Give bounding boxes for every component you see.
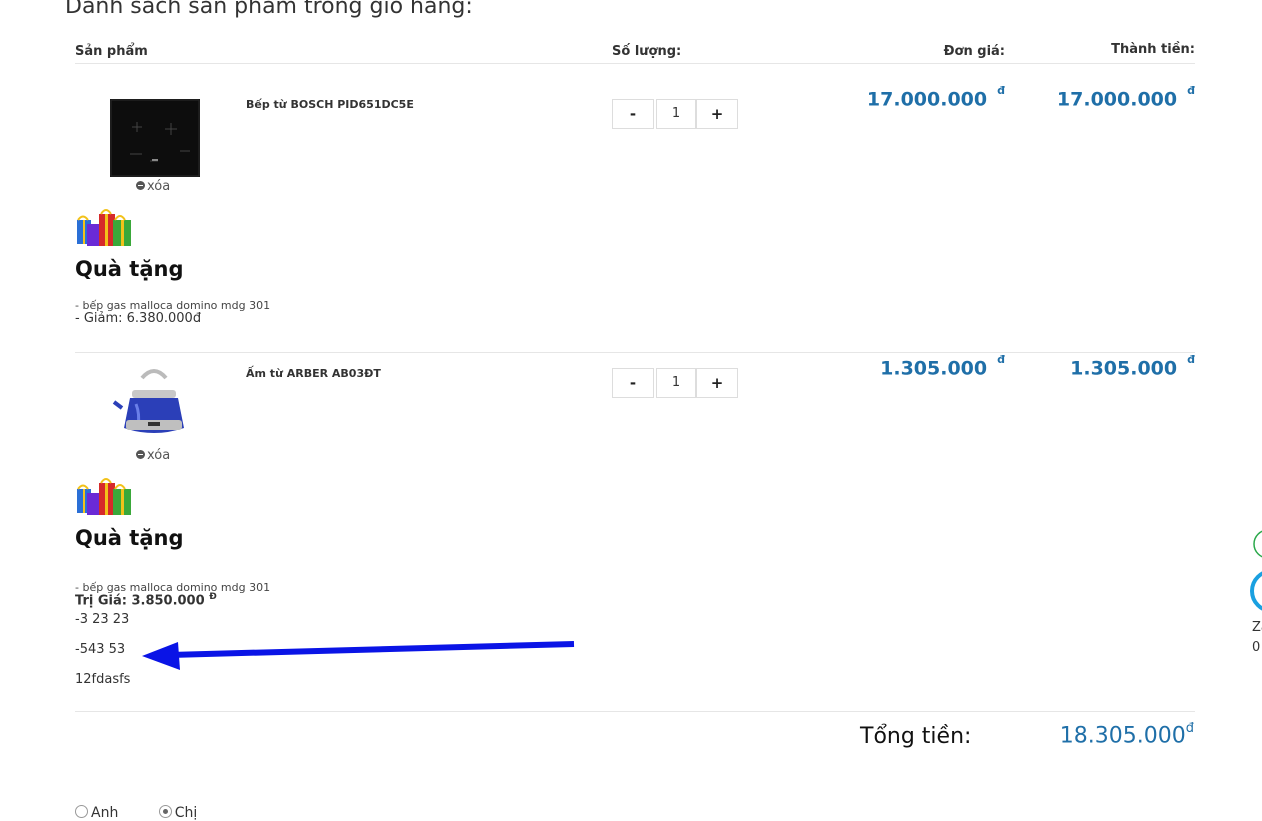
note-line: -3 23 23 (75, 612, 130, 627)
zalo-label: Za (1252, 620, 1262, 635)
gender-radio-group: Anh Chị (75, 804, 197, 821)
decrease-quantity-button[interactable]: - (612, 368, 654, 398)
column-header-product: Sản phẩm (75, 44, 148, 59)
minus-circle-icon (136, 181, 145, 190)
decrease-quantity-button[interactable]: - (612, 99, 654, 129)
unit-price: 17.000.000 đ (866, 84, 1005, 111)
increase-quantity-button[interactable]: + (696, 99, 738, 129)
note-line: 12fdasfs (75, 672, 131, 687)
product-image-kettle[interactable] (112, 364, 212, 444)
radio-circle-icon (75, 805, 88, 818)
item-divider (75, 352, 1195, 353)
minus-circle-icon (136, 450, 145, 459)
product-image-induction-cooktop[interactable] (110, 99, 210, 179)
radio-option-anh[interactable]: Anh (75, 805, 118, 821)
gift-title: Quà tặng (75, 257, 184, 281)
gift-title: Quà tặng (75, 526, 184, 550)
increase-quantity-button[interactable]: + (696, 368, 738, 398)
total-value: 18.305.000đ (1059, 721, 1194, 749)
total-label: Tổng tiền: (860, 724, 972, 749)
product-name[interactable]: Ấm từ ARBER AB03ĐT (246, 367, 381, 380)
column-header-unit-price: Đơn giá: (943, 44, 1005, 59)
radio-circle-icon (158, 805, 172, 818)
zalo-widget[interactable] (1250, 568, 1262, 618)
remove-item-button[interactable]: xóa (136, 448, 170, 463)
product-name[interactable]: Bếp từ BOSCH PID651DC5E (246, 98, 414, 111)
annotation-arrow (142, 641, 575, 670)
gift-boxes-icon (75, 206, 135, 246)
remove-item-button[interactable]: xóa (136, 179, 170, 194)
radio-option-chi[interactable]: Chị (158, 805, 197, 821)
zalo-number: 0 (1252, 640, 1261, 655)
quantity-stepper: - 1 + (612, 99, 738, 129)
column-header-subtotal: Thành tiền: (1111, 42, 1195, 57)
quantity-stepper: - 1 + (612, 368, 738, 398)
page-title: Danh sách sản phẩm trong giỏ hàng: (65, 0, 473, 19)
column-header-quantity: Số lượng: (612, 44, 682, 59)
header-divider (75, 63, 1195, 64)
zalo-icon (1250, 571, 1262, 611)
line-subtotal: 17.000.000 đ (1056, 84, 1195, 111)
phone-circle-icon (1253, 530, 1262, 558)
gift-value: Trị Giá: 3.850.000 Đ (75, 592, 217, 609)
note-line: -543 53 (75, 642, 126, 657)
gift-boxes-icon (75, 475, 135, 515)
total-divider (75, 711, 1195, 712)
discount-text: - Giảm: 6.380.000đ (75, 311, 202, 326)
quantity-input[interactable]: 1 (656, 99, 696, 129)
unit-price: 1.305.000 đ (880, 353, 1005, 380)
floating-contact-widget[interactable] (1250, 528, 1262, 564)
line-subtotal: 1.305.000 đ (1070, 353, 1195, 380)
quantity-input[interactable]: 1 (656, 368, 696, 398)
